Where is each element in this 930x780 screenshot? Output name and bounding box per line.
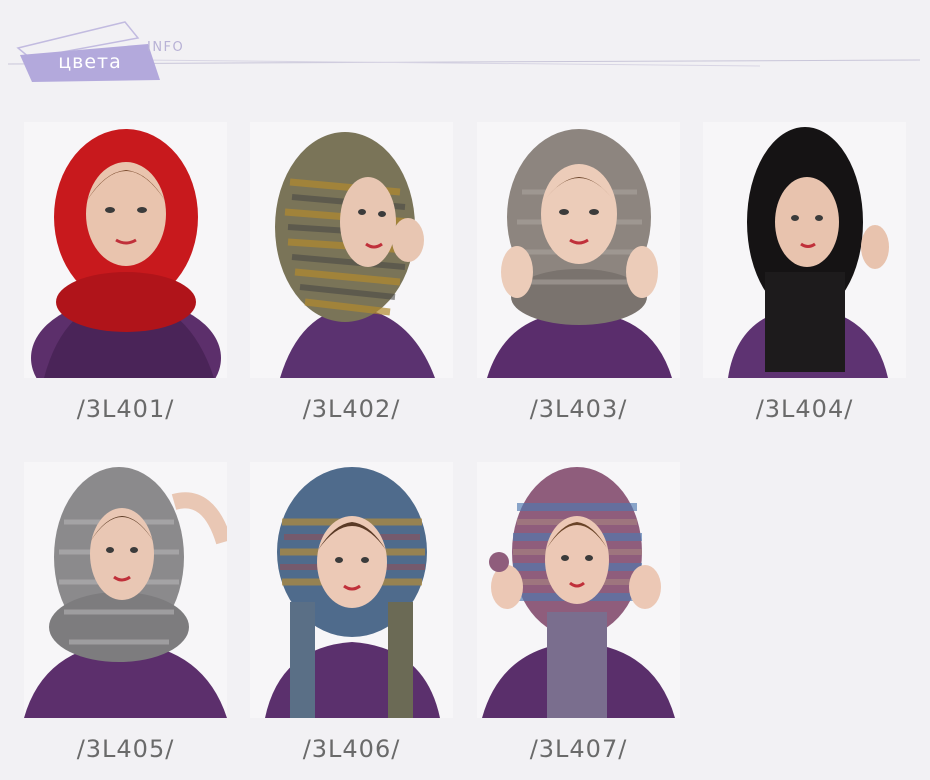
product-photo	[477, 462, 680, 718]
product-photo	[477, 122, 680, 378]
product-photo	[250, 462, 453, 718]
product-photo	[703, 122, 906, 378]
product-photo	[24, 122, 227, 378]
product-card-3l405[interactable]	[24, 462, 227, 718]
product-code-label: /3L407/	[529, 735, 628, 763]
product-code-label: /3L404/	[755, 395, 854, 423]
product-card-3l406[interactable]	[250, 462, 453, 718]
product-card-3l403[interactable]	[477, 122, 680, 378]
product-card-3l402[interactable]	[250, 122, 453, 378]
product-photo	[250, 122, 453, 378]
product-code-label: /3L403/	[529, 395, 628, 423]
product-grid: /3L401/ /3L402/ /3L403/ /3L404/ /3L405/ …	[0, 0, 930, 780]
product-code-label: /3L401/	[76, 395, 175, 423]
product-code-label: /3L406/	[302, 735, 401, 763]
product-card-3l404[interactable]	[703, 122, 906, 378]
product-code-label: /3L405/	[76, 735, 175, 763]
product-code-label: /3L402/	[302, 395, 401, 423]
product-photo	[24, 462, 227, 718]
product-card-3l407[interactable]	[477, 462, 680, 718]
product-card-3l401[interactable]	[24, 122, 227, 378]
